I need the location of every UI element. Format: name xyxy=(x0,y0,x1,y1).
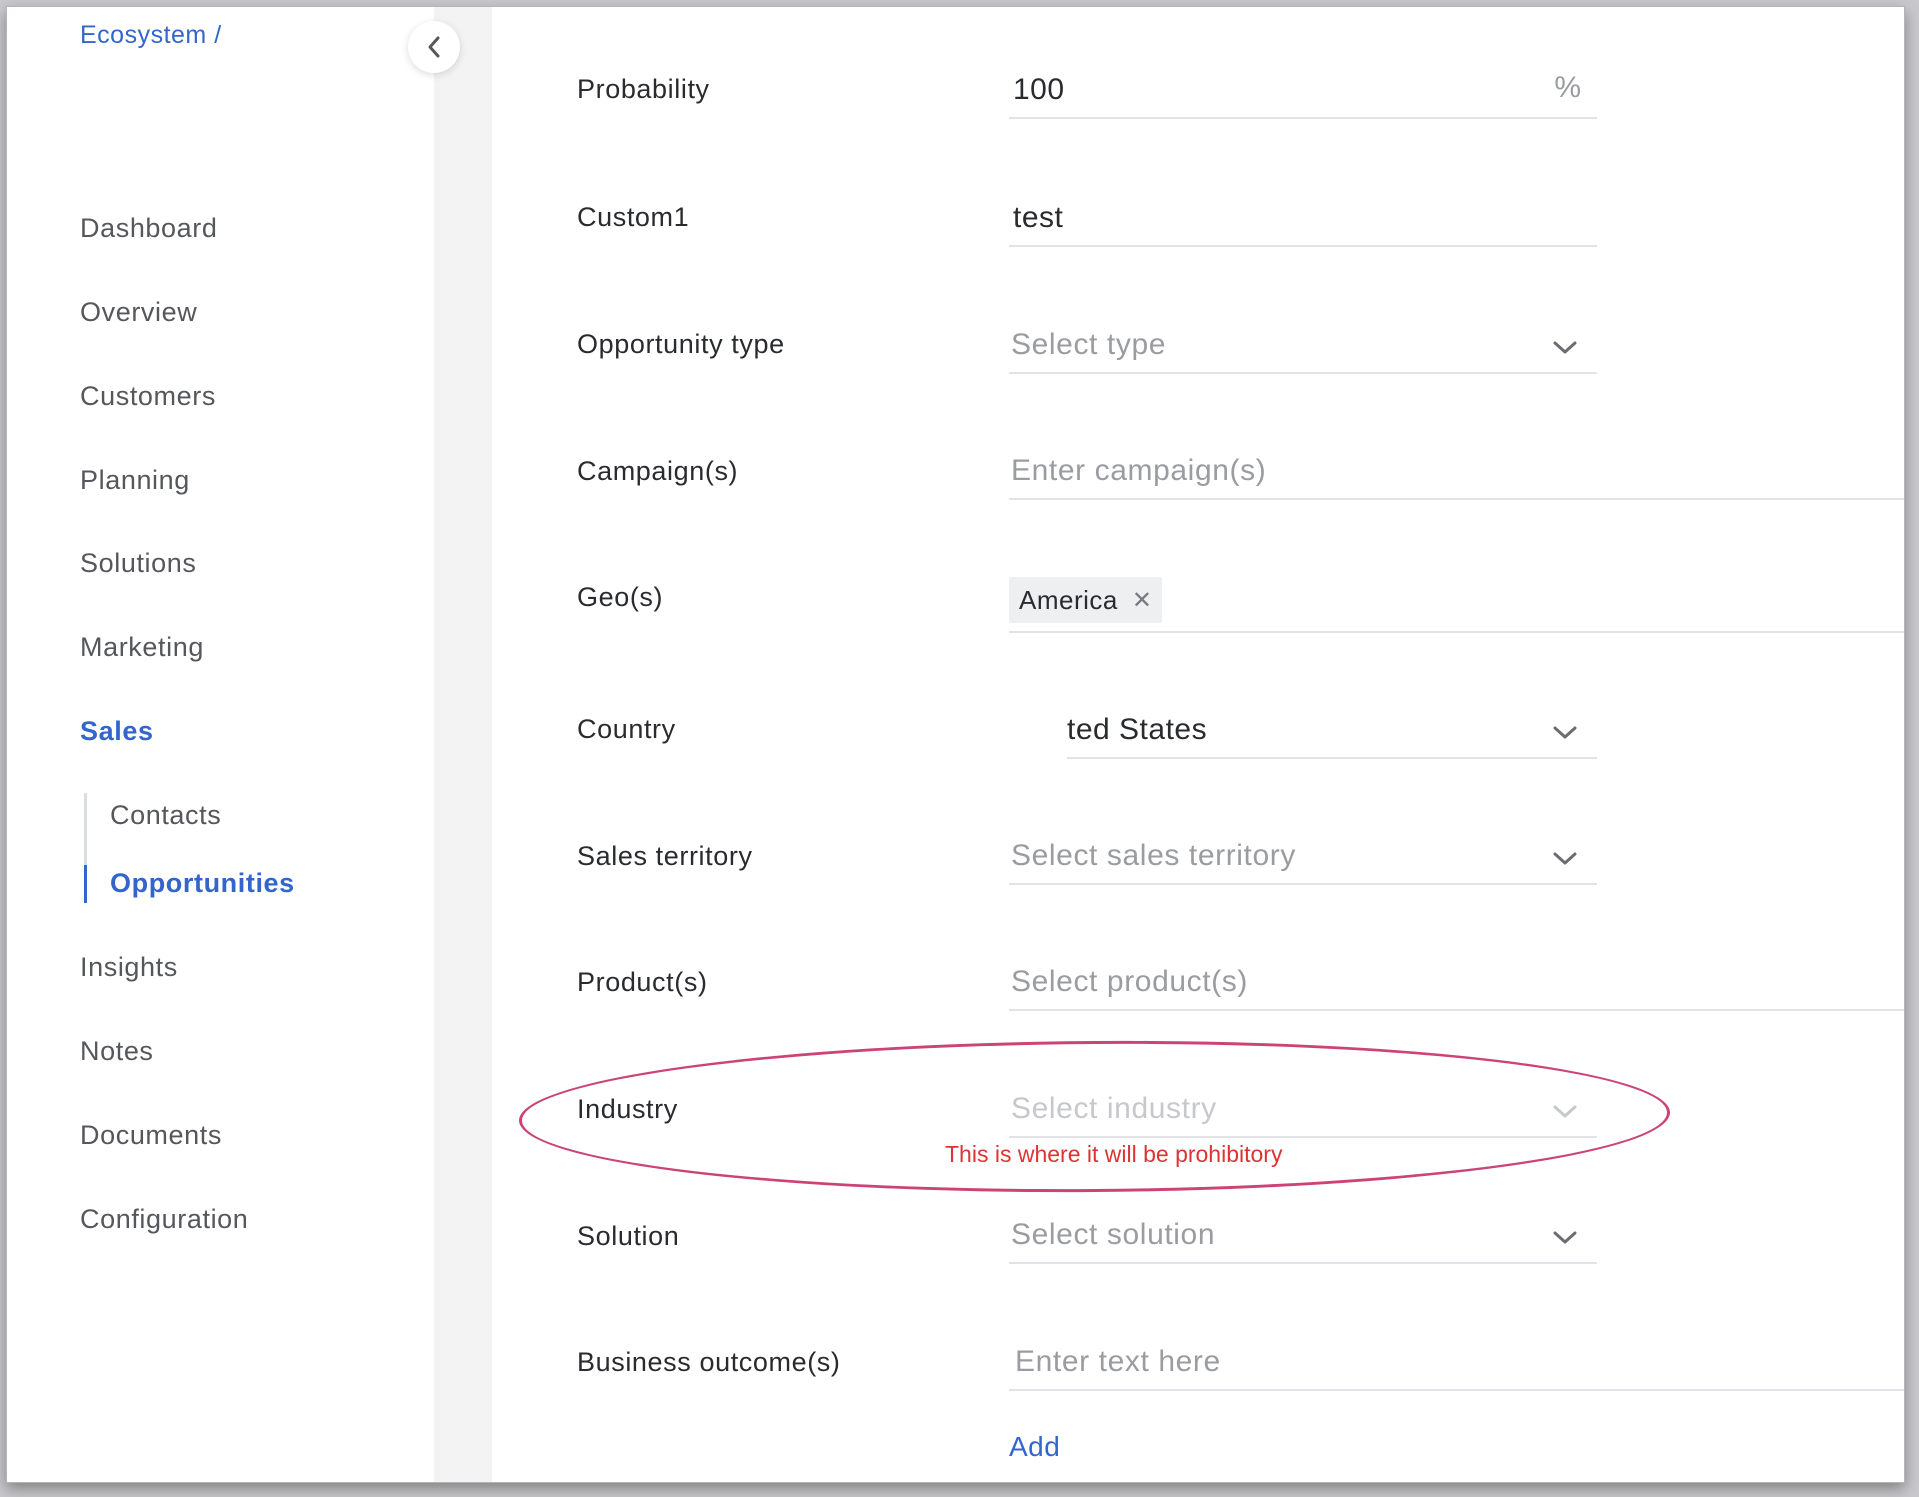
business-outcomes-placeholder: Enter text here xyxy=(1015,1345,1221,1378)
chevron-down-icon xyxy=(1553,1231,1577,1244)
sidebar-subitem-contacts[interactable]: Contacts xyxy=(110,800,221,831)
chevron-down-icon xyxy=(1553,726,1577,739)
sidebar-gutter xyxy=(434,7,492,1482)
probability-value: 100 xyxy=(1013,73,1065,106)
geos-input[interactable]: America ✕ xyxy=(1009,577,1904,633)
add-business-outcome-link[interactable]: Add xyxy=(1009,1431,1060,1463)
collapse-sidebar-button[interactable] xyxy=(408,21,460,73)
opportunity-form: Probability 100 % Custom1 test Opportuni… xyxy=(492,7,1904,1482)
campaigns-input[interactable]: Enter campaign(s) xyxy=(1009,448,1904,500)
sidebar-item-customers[interactable]: Customers xyxy=(80,381,216,412)
industry-label: Industry xyxy=(577,1094,678,1124)
solution-placeholder: Select solution xyxy=(1011,1218,1216,1251)
industry-placeholder: Select industry xyxy=(1011,1092,1217,1125)
breadcrumb[interactable]: Ecosystem / xyxy=(80,21,222,50)
business-outcomes-label: Business outcome(s) xyxy=(577,1347,841,1377)
sales-territory-placeholder: Select sales territory xyxy=(1011,839,1296,872)
products-placeholder: Select product(s) xyxy=(1011,965,1248,998)
country-select[interactable]: ted States xyxy=(1067,707,1597,759)
sidebar-item-sales[interactable]: Sales xyxy=(80,716,154,747)
campaigns-placeholder: Enter campaign(s) xyxy=(1011,454,1267,487)
sidebar: Ecosystem / Dashboard Overview Customers… xyxy=(7,7,434,1482)
sidebar-item-planning[interactable]: Planning xyxy=(80,465,190,496)
sidebar-item-insights[interactable]: Insights xyxy=(80,952,178,983)
geo-tag-label: America xyxy=(1019,584,1118,615)
sidebar-item-solutions[interactable]: Solutions xyxy=(80,548,196,579)
geo-tag: America ✕ xyxy=(1009,577,1162,623)
custom1-label: Custom1 xyxy=(577,202,690,232)
solution-select[interactable]: Select solution xyxy=(1009,1212,1597,1264)
chevron-down-icon xyxy=(1553,341,1577,354)
opportunity-type-select[interactable]: Select type xyxy=(1009,322,1597,374)
probability-label: Probability xyxy=(577,74,710,104)
probability-input[interactable]: 100 % xyxy=(1009,67,1597,119)
sidebar-item-marketing[interactable]: Marketing xyxy=(80,632,204,663)
custom1-input[interactable]: test xyxy=(1009,195,1597,247)
sidebar-item-configuration[interactable]: Configuration xyxy=(80,1204,248,1235)
sidebar-item-documents[interactable]: Documents xyxy=(80,1120,222,1151)
chevron-down-icon xyxy=(1553,852,1577,865)
sales-territory-select[interactable]: Select sales territory xyxy=(1009,833,1597,885)
industry-select[interactable]: Select industry xyxy=(1009,1086,1597,1138)
country-label: Country xyxy=(577,714,676,744)
sidebar-item-notes[interactable]: Notes xyxy=(80,1036,154,1067)
sidebar-item-dashboard[interactable]: Dashboard xyxy=(80,213,218,244)
chevron-down-icon xyxy=(1553,1105,1577,1118)
products-select[interactable]: Select product(s) xyxy=(1009,959,1904,1011)
opportunity-type-label: Opportunity type xyxy=(577,329,785,359)
subnav-active-indicator xyxy=(84,865,87,903)
opportunity-type-placeholder: Select type xyxy=(1011,328,1167,361)
sidebar-item-overview[interactable]: Overview xyxy=(80,297,197,328)
custom1-value: test xyxy=(1013,201,1064,234)
percent-suffix: % xyxy=(1554,71,1581,104)
solution-label: Solution xyxy=(577,1221,680,1251)
app-window: Ecosystem / Dashboard Overview Customers… xyxy=(6,6,1905,1483)
chevron-left-icon xyxy=(428,36,440,58)
sidebar-subitem-opportunities[interactable]: Opportunities xyxy=(110,868,295,899)
remove-tag-icon[interactable]: ✕ xyxy=(1132,586,1152,615)
geos-label: Geo(s) xyxy=(577,582,664,612)
campaigns-label: Campaign(s) xyxy=(577,456,739,486)
country-value: ted States xyxy=(1067,713,1208,746)
sales-territory-label: Sales territory xyxy=(577,841,753,871)
products-label: Product(s) xyxy=(577,967,708,997)
annotation-note: This is where it will be prohibitory xyxy=(945,1141,1283,1167)
business-outcomes-input[interactable]: Enter text here xyxy=(1009,1339,1904,1391)
